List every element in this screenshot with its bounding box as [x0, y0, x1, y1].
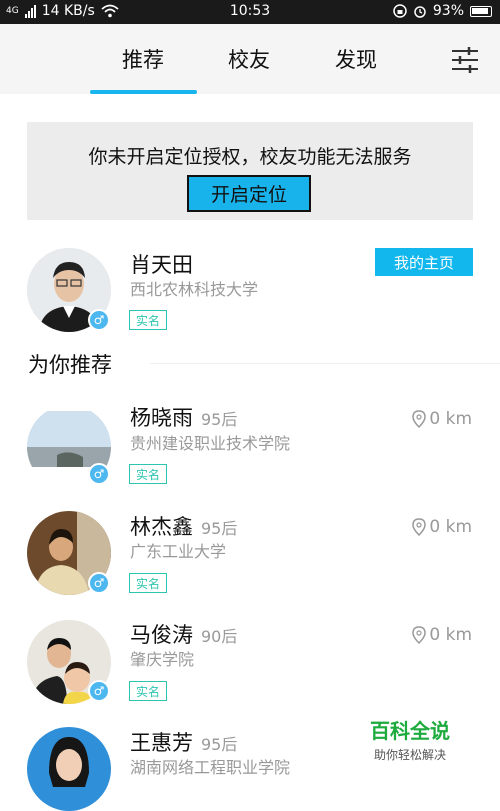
- verified-badge: 实名: [129, 681, 167, 701]
- user-name: 林杰鑫 95后: [130, 511, 237, 541]
- user-school: 广东工业大学: [130, 542, 227, 561]
- verified-badge: 实名: [129, 573, 167, 593]
- battery-icon: [470, 5, 492, 17]
- male-icon: ♂: [88, 463, 110, 485]
- distance-text: 0 km: [429, 625, 472, 645]
- location-pin-icon: [412, 410, 427, 428]
- filter-settings-icon[interactable]: [452, 46, 478, 74]
- user-avatar[interactable]: [27, 727, 111, 811]
- lock-rotation-icon: [393, 4, 407, 18]
- user-age: 95后: [201, 735, 238, 754]
- location-permission-banner: 你未开启定位授权，校友功能无法服务 开启定位: [27, 122, 473, 220]
- my-homepage-button[interactable]: 我的主页: [375, 248, 473, 276]
- tab-discover[interactable]: 发现: [335, 44, 377, 74]
- user-age: 90后: [201, 627, 238, 646]
- user-age: 95后: [201, 519, 238, 538]
- user-school: 湖南网络工程职业学院: [130, 758, 291, 777]
- distance-text: 0 km: [429, 517, 472, 537]
- user-name-text: 王惠芳: [130, 731, 193, 755]
- verified-badge: 实名: [129, 310, 167, 330]
- my-school: 西北农林科技大学: [130, 280, 259, 299]
- person-avatar-image: [27, 727, 111, 811]
- recommend-section-title: 为你推荐: [28, 353, 112, 377]
- male-icon: ♂: [88, 309, 110, 331]
- active-tab-indicator: [90, 90, 197, 94]
- male-icon: ♂: [88, 572, 110, 594]
- divider: [150, 363, 500, 364]
- user-name: 王惠芳 95后: [130, 727, 237, 757]
- alarm-icon: [414, 6, 426, 18]
- tab-recommend[interactable]: 推荐: [122, 44, 164, 74]
- watermark-subtitle: 助你轻松解决: [373, 748, 446, 762]
- verified-badge: 实名: [129, 464, 167, 484]
- top-nav: 推荐 校友 发现: [0, 24, 500, 94]
- user-name-text: 马俊涛: [130, 623, 193, 647]
- user-distance: 0 km: [412, 517, 472, 537]
- location-pin-icon: [412, 518, 427, 536]
- tab-alumni[interactable]: 校友: [228, 44, 270, 74]
- my-name: 肖天田: [130, 253, 193, 277]
- location-message: 你未开启定位授权，校友功能无法服务: [88, 146, 412, 168]
- user-name: 马俊涛 90后: [130, 619, 237, 649]
- watermark: 百科全说 助你轻松解决: [360, 715, 460, 763]
- user-name: 杨晓雨 95后: [130, 402, 237, 432]
- distance-text: 0 km: [429, 409, 472, 429]
- user-name-text: 林杰鑫: [130, 515, 193, 539]
- location-pin-icon: [412, 626, 427, 644]
- male-icon: ♂: [88, 680, 110, 702]
- status-bar: 4G 14 KB/s 10:53 93%: [0, 0, 500, 24]
- enable-location-button[interactable]: 开启定位: [187, 175, 311, 212]
- battery-percent: 93%: [432, 3, 464, 19]
- user-school: 贵州建设职业技术学院: [130, 434, 291, 453]
- user-distance: 0 km: [412, 625, 472, 645]
- user-school: 肇庆学院: [130, 650, 195, 669]
- user-age: 95后: [201, 410, 238, 429]
- user-name-text: 杨晓雨: [130, 406, 193, 430]
- user-distance: 0 km: [412, 409, 472, 429]
- watermark-title: 百科全说: [370, 719, 450, 743]
